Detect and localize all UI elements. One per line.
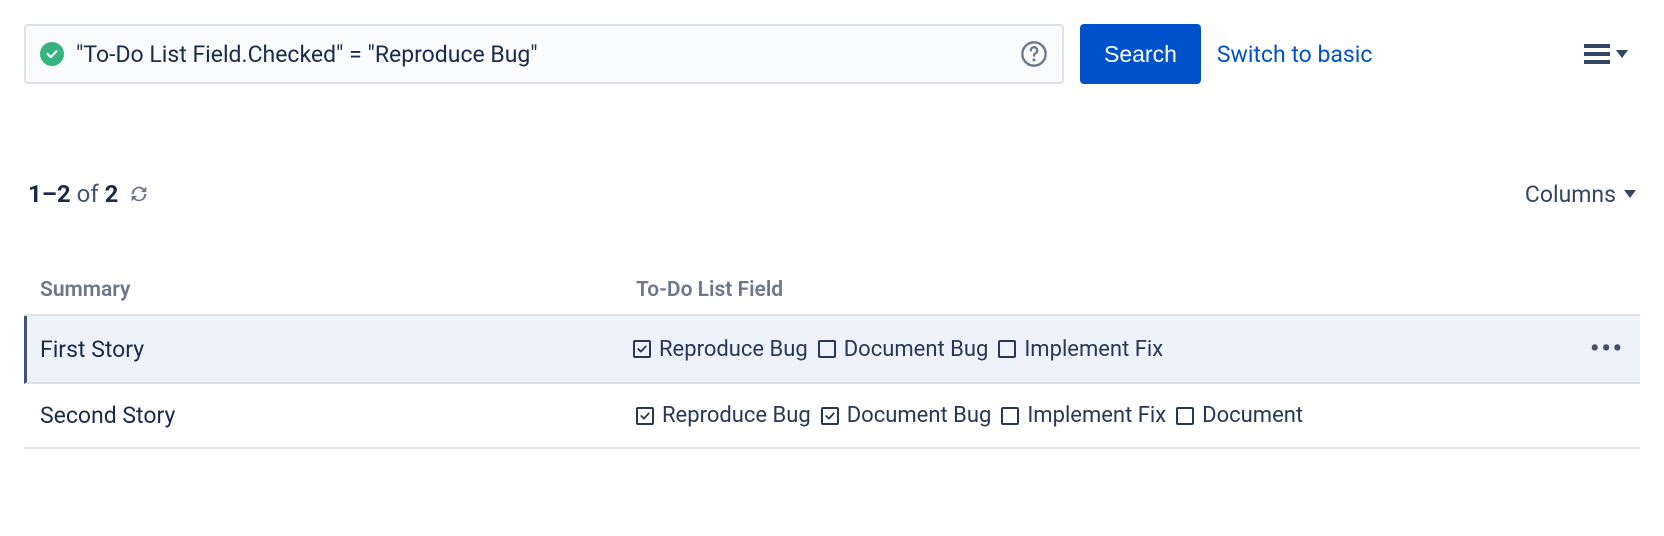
todo-item: Document Bug [821,403,992,428]
cell-todo: Reproduce Bug Document Bug Implement Fix [633,337,1574,362]
table-row[interactable]: First Story Reproduce Bug Document Bug Impl… [24,316,1640,384]
search-button[interactable]: Search [1080,24,1201,84]
todo-label: Reproduce Bug [659,337,808,362]
help-icon[interactable] [1020,40,1048,68]
search-bar: Search Switch to basic [24,24,1640,84]
column-header-todo[interactable]: To-Do List Field [636,278,1624,302]
query-input-container[interactable] [24,24,1064,84]
todo-item: Implement Fix [1001,403,1166,428]
todo-label: Document Bug [844,337,989,362]
chevron-down-icon [1624,190,1636,198]
todo-item: Reproduce Bug [633,337,808,362]
refresh-icon[interactable] [128,183,150,205]
row-actions-menu[interactable]: ••• [1574,334,1624,364]
todo-label: Implement Fix [1024,337,1163,362]
columns-label: Columns [1525,181,1616,208]
checkbox-checked-icon [636,407,654,425]
checkbox-checked-icon [821,407,839,425]
todo-label: Reproduce Bug [662,403,811,428]
checkbox-unchecked-icon [1176,407,1194,425]
range-values: 1–2 [28,180,71,208]
columns-dropdown[interactable]: Columns [1525,181,1636,208]
todo-item: Document Bug [818,337,989,362]
todo-label: Implement Fix [1027,403,1166,428]
cell-summary[interactable]: Second Story [40,402,636,429]
checkbox-unchecked-icon [818,340,836,358]
switch-to-basic-link[interactable]: Switch to basic [1217,41,1373,68]
cell-todo: Reproduce Bug Document Bug Implement Fix Do… [636,403,1624,428]
column-header-summary[interactable]: Summary [40,278,636,302]
cell-summary[interactable]: First Story [40,336,633,363]
valid-check-icon [40,42,64,66]
todo-item: Reproduce Bug [636,403,811,428]
of-label: of [77,180,99,208]
todo-item: Implement Fix [998,337,1163,362]
checkbox-unchecked-icon [1001,407,1019,425]
chevron-down-icon [1616,50,1628,58]
results-meta: 1–2 of 2 Columns [24,180,1640,208]
list-icon [1584,44,1610,64]
view-options-menu[interactable] [1584,44,1640,64]
table-row[interactable]: Second Story Reproduce Bug Document Bug Imp… [24,384,1640,449]
checkbox-unchecked-icon [998,340,1016,358]
results-range: 1–2 of 2 [28,180,150,208]
todo-label: Document Bug [847,403,992,428]
query-input[interactable] [76,41,1008,68]
table-header: Summary To-Do List Field [24,266,1640,316]
total-count: 2 [105,180,119,208]
checkbox-checked-icon [633,340,651,358]
results-table: Summary To-Do List Field First StoryRepr… [24,266,1640,449]
todo-item: Document [1176,403,1303,428]
todo-label: Document [1202,403,1303,428]
